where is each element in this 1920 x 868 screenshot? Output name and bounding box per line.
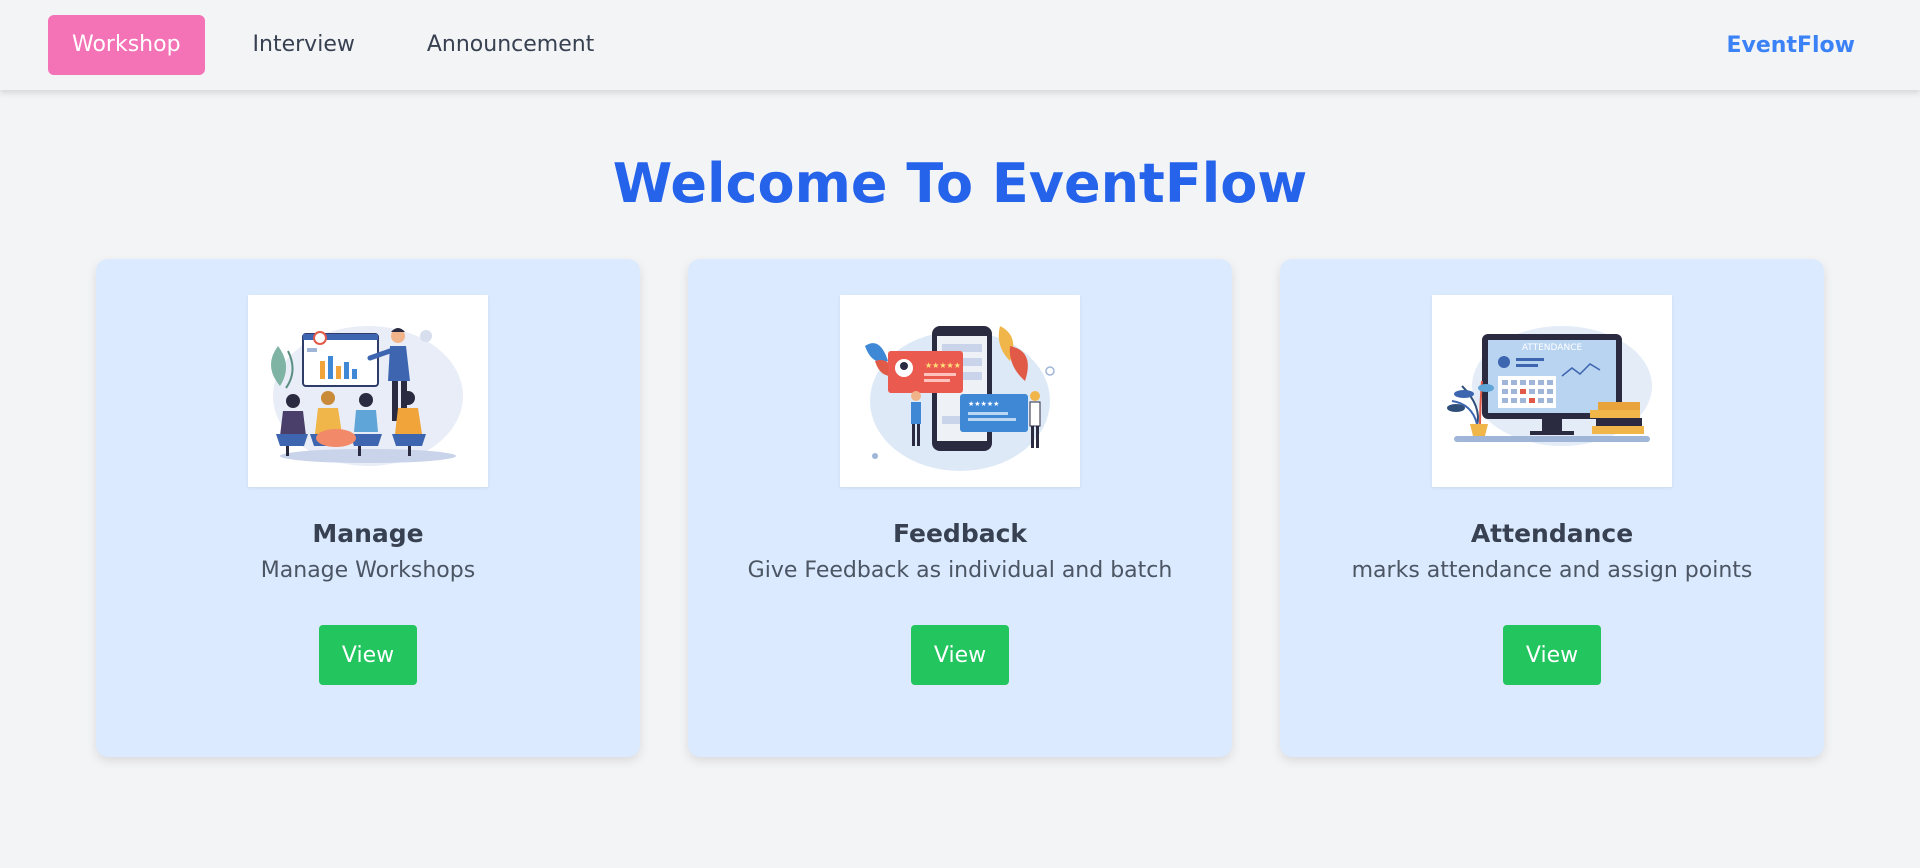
card-feedback: ★★★★★ ★★★★★ Feedback Give Feedback as in… bbox=[688, 259, 1232, 757]
card-description: Give Feedback as individual and batch bbox=[747, 558, 1173, 583]
brand-name[interactable]: EventFlow bbox=[1727, 33, 1855, 58]
nav-item-workshop[interactable]: Workshop bbox=[48, 15, 205, 75]
card-description: Manage Workshops bbox=[260, 558, 476, 583]
page-title: Welcome To EventFlow bbox=[612, 152, 1308, 215]
card-title: Attendance bbox=[1470, 519, 1634, 548]
card-manage: Manage Manage Workshops View bbox=[96, 259, 640, 757]
card-grid: Manage Manage Workshops View ★★★★★ ★★★★★… bbox=[96, 259, 1824, 757]
view-feedback-button[interactable]: View bbox=[911, 625, 1009, 685]
nav-item-announcement[interactable]: Announcement bbox=[403, 15, 618, 75]
attendance-illustration: ATTENDANCE bbox=[1432, 295, 1672, 487]
card-title: Feedback bbox=[892, 519, 1028, 548]
nav-item-interview[interactable]: Interview bbox=[229, 15, 379, 75]
card-title: Manage bbox=[312, 519, 424, 548]
view-attendance-button[interactable]: View bbox=[1503, 625, 1601, 685]
svg-text:★★★★★: ★★★★★ bbox=[925, 361, 961, 370]
attendance-screen-label: ATTENDANCE bbox=[1522, 343, 1583, 353]
card-description: marks attendance and assign points bbox=[1351, 558, 1753, 583]
card-attendance: ATTENDANCE Attendance marks attendance a… bbox=[1280, 259, 1824, 757]
svg-text:★★★★★: ★★★★★ bbox=[968, 400, 999, 408]
presentation-illustration bbox=[248, 295, 488, 487]
view-manage-button[interactable]: View bbox=[319, 625, 417, 685]
feedback-illustration: ★★★★★ ★★★★★ bbox=[840, 295, 1080, 487]
top-navbar: Workshop Interview Announcement EventFlo… bbox=[0, 0, 1920, 90]
